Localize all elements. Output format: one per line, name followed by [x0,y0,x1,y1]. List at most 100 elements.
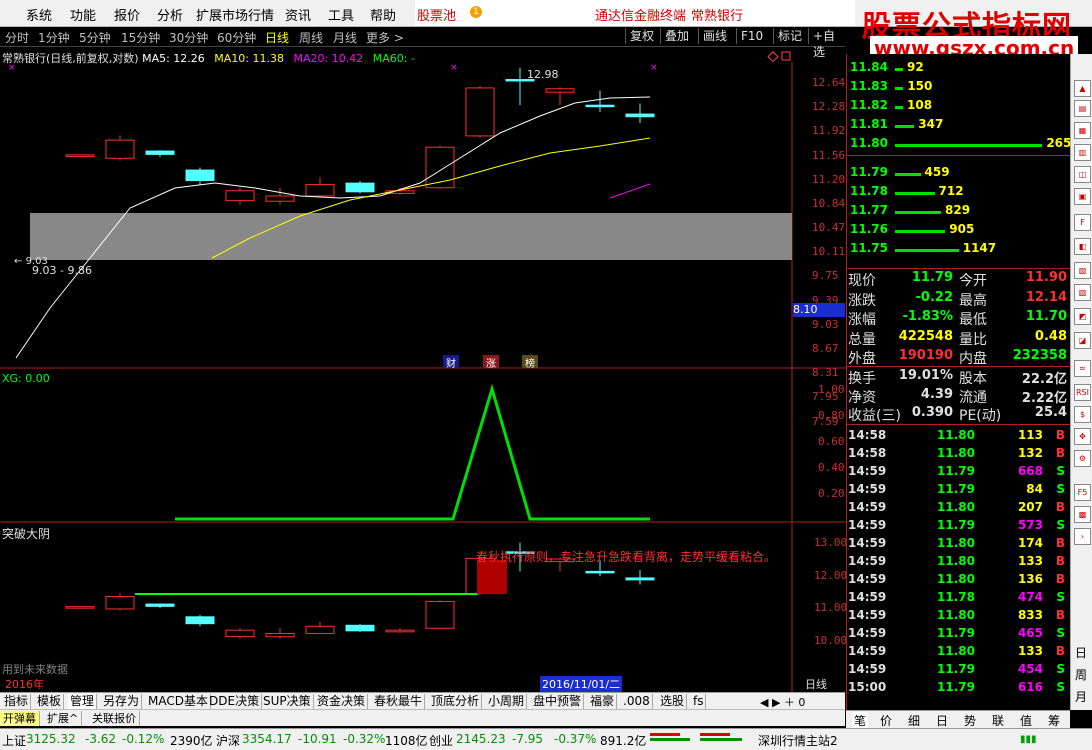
menu-function[interactable]: 功能 [70,5,96,24]
stock-pool-button[interactable]: 股票池 [417,5,456,24]
tick-row[interactable]: 14:59 11.80 174 B [847,536,1071,554]
tool-icon[interactable]: ▨ [1074,262,1091,279]
square-icon[interactable] [781,51,791,61]
menu-help[interactable]: 帮助 [370,5,396,24]
period-monthly[interactable]: 月线 [333,29,357,46]
tool-icon[interactable]: ≈ [1074,360,1091,377]
menu-extended-market[interactable]: 扩展市场行情 [196,5,274,24]
tick-row[interactable]: 14:59 11.79 84 S [847,482,1071,500]
tick-row[interactable]: 14:59 11.80 136 B [847,572,1071,590]
tab-chips[interactable]: 筹 [1048,712,1060,729]
period-5min[interactable]: 5分钟 [79,29,111,46]
tick-row[interactable]: 14:59 11.79 573 S [847,518,1071,536]
finance-marker[interactable]: 财 [443,355,459,370]
indicator-tab[interactable]: 资金决策 [315,694,369,709]
ask-row[interactable]: 11.81 347 [847,117,1067,135]
period-more[interactable]: 更多 > [366,29,404,46]
tool-icon[interactable]: ◩ [1074,308,1091,325]
tab-price[interactable]: 价 [880,712,892,729]
scroll-up-icon[interactable]: ▲ [1074,80,1091,97]
danmaku-toggle[interactable]: 开弹幕 [0,711,40,726]
tick-row[interactable]: 14:59 11.79 668 S [847,464,1071,482]
tool-icon[interactable]: ▦ [1074,122,1091,139]
indicator-tab[interactable]: 小周期 [486,694,528,709]
tab-trend[interactable]: 势 [964,712,976,729]
bid-row[interactable]: 11.78 712 [847,184,1067,202]
rsi-icon[interactable]: RSI [1074,384,1091,401]
bid-row[interactable]: 11.79 459 [847,165,1067,183]
tool-icon[interactable]: ▧ [1074,284,1091,301]
day-icon[interactable]: 日 [1075,644,1087,661]
overlay-button[interactable]: 叠加 [660,28,693,44]
indicator-tab[interactable]: 春秋最牛 [372,694,426,709]
chart-svg[interactable]: × × × [0,48,846,692]
period-intraday[interactable]: 分时 [5,29,29,46]
ask-row[interactable]: 11.82 108 [847,98,1067,116]
indicator-tab[interactable]: SUP决策 [261,694,314,709]
move-icon[interactable]: ✥ [1074,428,1091,445]
period-1min[interactable]: 1分钟 [38,29,70,46]
tick-row[interactable]: 14:59 11.80 133 B [847,644,1071,662]
tab-link[interactable]: 联 [992,712,1004,729]
indicator-tab[interactable]: fs [691,694,707,709]
tick-row[interactable]: 14:58 11.80 113 B [847,428,1071,446]
menu-system[interactable]: 系统 [26,5,52,24]
ask-row[interactable]: 11.84 92 [847,60,1067,78]
tick-row[interactable]: 14:59 11.80 207 B [847,500,1071,518]
tick-row[interactable]: 15:00 11.79 616 S [847,680,1071,698]
menu-tools[interactable]: 工具 [328,5,354,24]
tick-row[interactable]: 14:59 11.79 465 S [847,626,1071,644]
dollar-icon[interactable]: $ [1074,406,1091,423]
indicator-tab[interactable]: DDE决策 [207,694,263,709]
period-30min[interactable]: 30分钟 [169,29,208,46]
adjust-button[interactable]: 复权 [625,28,658,44]
scroll-right-icon[interactable]: › [1074,528,1091,545]
tool-icon[interactable]: ⚙ [1074,450,1091,467]
expand-button[interactable]: 扩展^ [44,711,83,726]
tab-detail[interactable]: 细 [908,712,920,729]
tick-row[interactable]: 14:58 11.80 132 B [847,446,1071,464]
month-icon[interactable]: 月 [1075,688,1087,705]
tool-icon[interactable]: ◫ [1074,166,1091,183]
f5-icon[interactable]: F5 [1074,484,1091,501]
tab-trades[interactable]: 笔 [852,712,869,729]
mark-button[interactable]: 标记 [773,28,806,44]
week-icon[interactable]: 周 [1075,666,1087,683]
indicator-tab[interactable]: MACD基本 [146,694,211,709]
period-weekly[interactable]: 周线 [299,29,323,46]
bid-row[interactable]: 11.77 829 [847,203,1067,221]
indicator-tab[interactable]: 顶底分析 [429,694,483,709]
tick-row[interactable]: 14:59 11.78 474 S [847,590,1071,608]
period-60min[interactable]: 60分钟 [217,29,256,46]
tab-value[interactable]: 值 [1020,712,1032,729]
ask-row[interactable]: 11.80 2652 [847,136,1080,154]
draw-button[interactable]: 画线 [698,28,731,44]
tool-icon[interactable]: ▥ [1074,144,1091,161]
indicator-tab[interactable]: 管理 [68,694,98,709]
indicator-tab[interactable]: 另存为 [101,694,143,709]
indicator-tab[interactable]: 盘中预警 [531,694,585,709]
menu-quote[interactable]: 报价 [114,5,140,24]
scroll-controls[interactable]: ◀ ▶ ＋ 0 [760,694,844,709]
menu-info[interactable]: 资讯 [285,5,311,24]
related-quote-button[interactable]: 关联报价 [89,711,140,726]
f10-button[interactable]: F10 [736,28,767,44]
ask-row[interactable]: 11.83 150 [847,79,1067,97]
tab-day[interactable]: 日 [936,712,948,729]
tool-icon[interactable]: ▤ [1074,100,1091,117]
period-15min[interactable]: 15分钟 [121,29,160,46]
tool-icon[interactable]: F [1074,214,1091,231]
tool-icon[interactable]: ◪ [1074,332,1091,349]
diamond-icon[interactable] [767,51,779,63]
indicator-tab[interactable]: 福豪 [588,694,618,709]
indicator-tab[interactable]: 选股 [658,694,688,709]
menu-analysis[interactable]: 分析 [157,5,183,24]
indicator-tab[interactable]: 模板 [35,694,65,709]
add-favorite-button[interactable]: +自选 [808,28,845,59]
bid-row[interactable]: 11.76 905 [847,222,1067,240]
tick-row[interactable]: 14:59 11.80 133 B [847,554,1071,572]
tick-row[interactable]: 14:59 11.79 454 S [847,662,1071,680]
indicator-tab[interactable]: .008 [621,694,653,709]
limit-up-marker[interactable]: 涨 [483,355,499,370]
tool-icon[interactable]: ◧ [1074,238,1091,255]
